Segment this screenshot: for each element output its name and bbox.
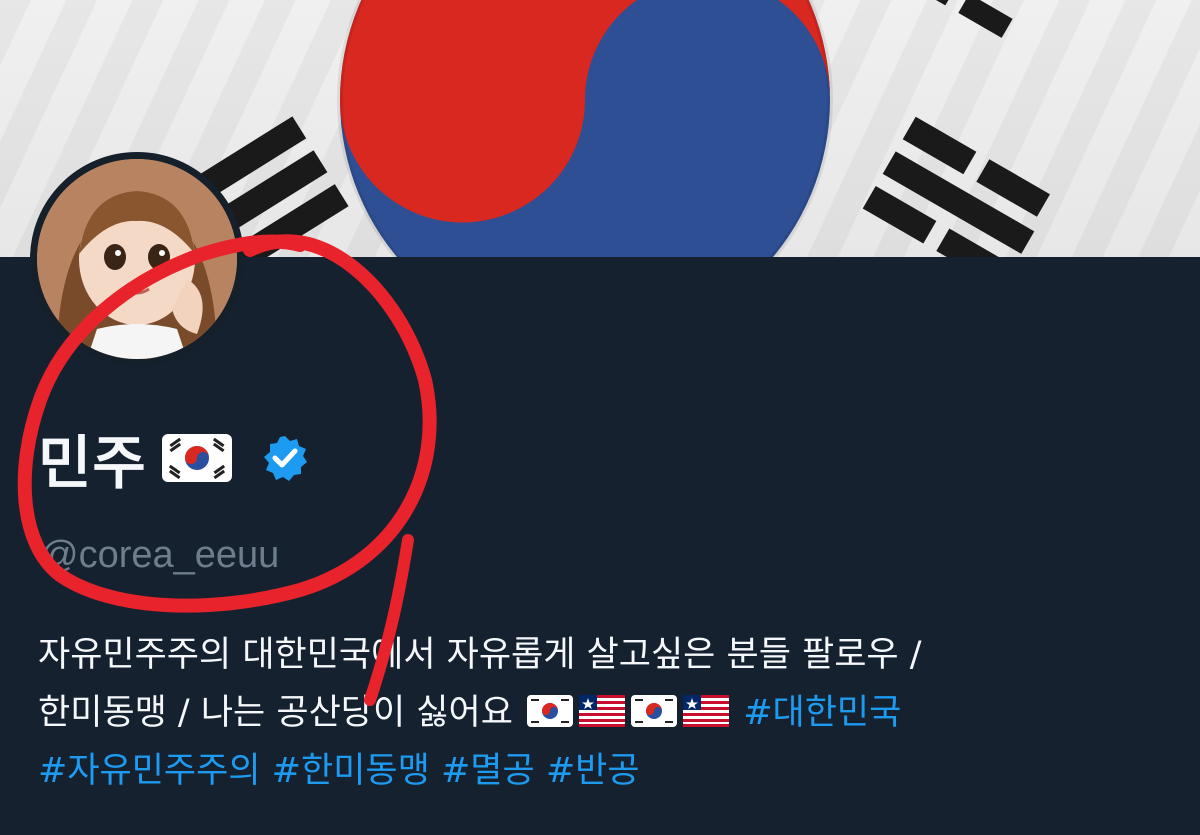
bio-line-1: 자유민주주의 대한민국에서 자유롭게 살고싶은 분들 팔로우 /: [38, 635, 922, 675]
profile-handle: @corea_eeuu: [40, 534, 280, 576]
display-name-row: 민주: [38, 418, 309, 498]
profile-avatar[interactable]: [30, 152, 244, 366]
south-korea-flag-icon: [161, 434, 232, 482]
bio-line-2-text: 한미동맹 / 나는 공산당이 싫어요: [38, 693, 513, 733]
profile-bio: 자유민주주의 대한민국에서 자유롭게 살고싶은 분들 팔로우 / 한미동맹 / …: [38, 626, 1158, 800]
south-korea-flag-icon: [631, 695, 678, 727]
liberia-flag-icon: [683, 695, 730, 727]
display-name: 민주: [38, 429, 147, 497]
bio-line-2: 한미동맹 / 나는 공산당이 싫어요 #대한민국: [38, 684, 1158, 742]
avatar-image: [37, 159, 237, 359]
hashtag-link[interactable]: #한미동맹: [272, 751, 430, 791]
hashtag-link[interactable]: #대한민국: [743, 693, 901, 733]
south-korea-flag-icon: [527, 695, 574, 727]
hashtag-link[interactable]: #자유민주주의: [38, 751, 261, 791]
verified-badge-icon[interactable]: [261, 434, 309, 482]
liberia-flag-icon: [579, 695, 626, 727]
hashtag-link[interactable]: #반공: [546, 751, 640, 791]
bio-line-3: #자유민주주의 #한미동맹 #멸공 #반공: [38, 742, 1158, 800]
hashtag-link[interactable]: #멸공: [441, 751, 535, 791]
